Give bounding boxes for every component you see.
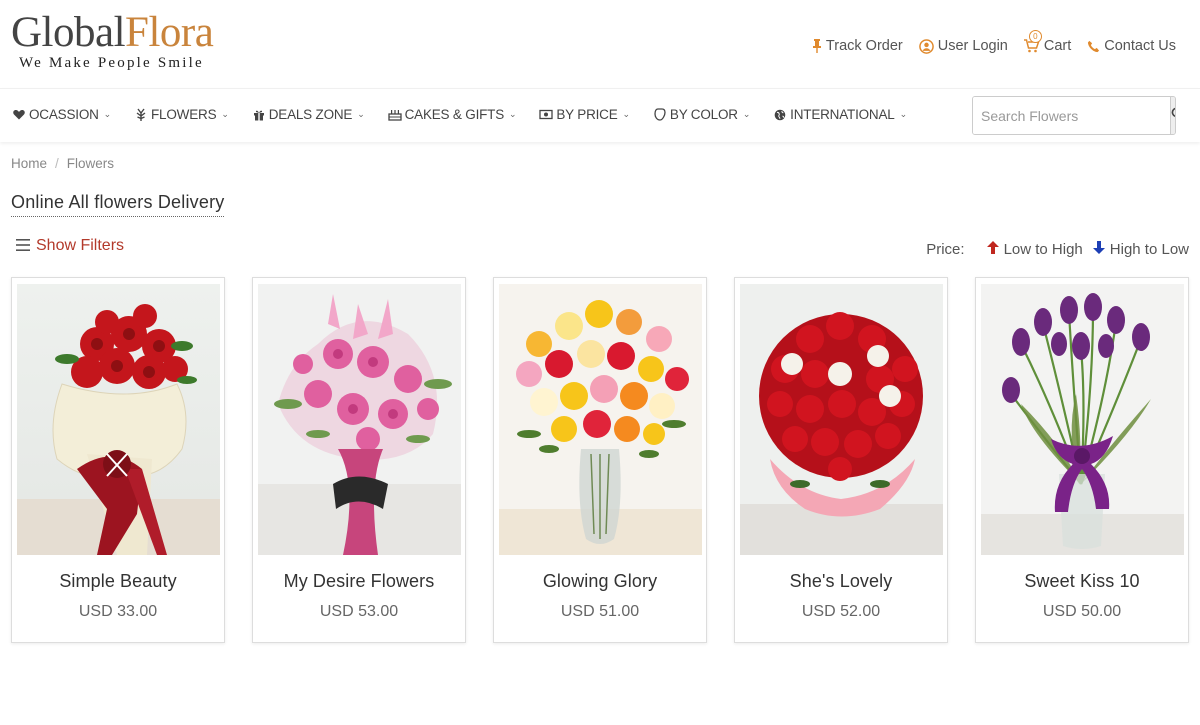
user-icon <box>918 38 934 54</box>
user-login-link[interactable]: User Login <box>918 38 1008 54</box>
search-box <box>972 96 1176 135</box>
nav-item-flowers[interactable]: FLOWERS ⌄ <box>134 107 229 122</box>
gift-icon <box>252 109 266 121</box>
nav-item-cakes-gifts[interactable]: CAKES & GIFTS ⌄ <box>387 107 517 122</box>
product-price: USD 33.00 <box>78 603 158 620</box>
nav-item-occasion[interactable]: OCASSION ⌄ <box>12 107 111 122</box>
product-price: USD 52.00 <box>801 603 881 620</box>
nav-item-label: INTERNATIONAL <box>790 107 895 122</box>
product-price: USD 53.00 <box>319 603 399 620</box>
heart-icon <box>12 109 26 120</box>
menu-icon <box>16 237 30 255</box>
chevron-down-icon: ⌄ <box>622 109 631 119</box>
breadcrumb-current: Flowers <box>66 156 115 171</box>
product-price: USD 51.00 <box>560 603 640 620</box>
search-input[interactable] <box>973 97 1170 134</box>
product-name[interactable]: My Desire Flowers <box>253 571 465 592</box>
top-links: Track Order User Login 0 Cart Contact Us <box>812 30 1176 54</box>
logo-tagline: We Make People Smile <box>19 55 204 71</box>
breadcrumb-separator: / <box>55 156 59 171</box>
nav-item-label: DEALS ZONE <box>268 107 353 122</box>
nav-item-by-color[interactable]: BY COLOR ⌄ <box>653 107 750 122</box>
cart-count-badge: 0 <box>1028 30 1042 43</box>
show-filters-label: Show Filters <box>36 237 125 254</box>
globe-icon <box>773 109 787 121</box>
product-name[interactable]: She's Lovely <box>735 571 947 592</box>
product-card[interactable]: My Desire Flowers USD 53.00 <box>252 277 466 643</box>
header: GlobalFlora We Make People Smile Track O… <box>0 0 1200 88</box>
contact-us-link[interactable]: Contact Us <box>1087 38 1176 54</box>
nav-item-label: CAKES & GIFTS <box>404 107 505 122</box>
product-card[interactable]: Simple Beauty USD 33.00 <box>11 277 225 643</box>
price-sort: Price: Low to High High to Low <box>926 241 1189 258</box>
product-price: USD 50.00 <box>1042 603 1122 620</box>
track-order-label: Track Order <box>825 38 903 54</box>
user-login-label: User Login <box>937 38 1008 54</box>
logo[interactable]: GlobalFlora We Make People Smile <box>11 9 214 72</box>
nav-item-label: OCASSION <box>29 107 99 122</box>
logo-part-global: Global <box>11 9 126 56</box>
sort-low-to-high[interactable]: Low to High <box>986 241 1083 258</box>
flower-icon <box>134 108 148 121</box>
product-image[interactable] <box>740 284 943 555</box>
pin-icon <box>812 39 822 53</box>
cart-label: Cart <box>1043 38 1072 54</box>
product-image[interactable] <box>499 284 702 555</box>
page-title: Online All flowers Delivery <box>11 192 225 217</box>
logo-part-flora: Flora <box>125 9 214 56</box>
nav-item-by-price[interactable]: BY PRICE ⌄ <box>539 107 630 122</box>
track-order-link[interactable]: Track Order <box>812 38 903 54</box>
nav-item-international[interactable]: INTERNATIONAL ⌄ <box>773 107 907 122</box>
product-name[interactable]: Sweet Kiss 10 <box>976 571 1188 592</box>
sort-low-to-high-label: Low to High <box>1003 241 1083 258</box>
chevron-down-icon: ⌄ <box>509 109 517 119</box>
product-image[interactable] <box>258 284 461 555</box>
nav-item-deals-zone[interactable]: DEALS ZONE ⌄ <box>252 107 365 122</box>
chevron-down-icon: ⌄ <box>899 109 908 119</box>
cart-link[interactable]: 0 Cart <box>1023 30 1072 54</box>
product-name[interactable]: Simple Beauty <box>12 571 224 592</box>
chevron-down-icon: ⌄ <box>357 109 365 119</box>
cake-icon <box>387 108 402 121</box>
nav-item-label: BY PRICE <box>556 107 618 122</box>
breadcrumb-home[interactable]: Home <box>11 156 47 171</box>
chevron-down-icon: ⌄ <box>742 109 751 119</box>
breadcrumb: Home / Flowers <box>11 156 114 171</box>
product-image[interactable] <box>17 284 220 555</box>
nav-item-label: BY COLOR <box>669 107 738 122</box>
product-card[interactable]: Sweet Kiss 10 USD 50.00 <box>975 277 1189 643</box>
arrow-down-icon <box>1092 241 1105 258</box>
chevron-down-icon: ⌄ <box>103 109 112 119</box>
main-navbar: OCASSION ⌄ FLOWERS ⌄ DEALS ZONE ⌄ CAKES … <box>0 88 1200 142</box>
money-icon <box>539 109 554 120</box>
sort-high-to-low[interactable]: High to Low <box>1092 241 1189 258</box>
search-icon <box>1171 107 1175 125</box>
sort-label: Price: <box>926 241 965 258</box>
nav-item-label: FLOWERS <box>151 107 217 122</box>
search-button[interactable] <box>1170 97 1175 134</box>
color-drop-icon <box>653 108 667 121</box>
product-name[interactable]: Glowing Glory <box>494 571 706 592</box>
product-grid: Simple Beauty USD 33.00 My Desire Flower… <box>11 277 1189 643</box>
contact-us-label: Contact Us <box>1104 38 1176 54</box>
product-image[interactable] <box>981 284 1184 555</box>
nav-menu: OCASSION ⌄ FLOWERS ⌄ DEALS ZONE ⌄ CAKES … <box>12 107 930 122</box>
show-filters-button[interactable]: Show Filters <box>16 237 124 255</box>
chevron-down-icon: ⌄ <box>221 109 229 119</box>
phone-icon <box>1087 40 1100 53</box>
product-card[interactable]: Glowing Glory USD 51.00 <box>493 277 707 643</box>
product-card[interactable]: She's Lovely USD 52.00 <box>734 277 948 643</box>
arrow-up-icon <box>986 241 999 258</box>
sort-high-to-low-label: High to Low <box>1109 241 1189 258</box>
logo-text: GlobalFlora <box>11 9 214 56</box>
